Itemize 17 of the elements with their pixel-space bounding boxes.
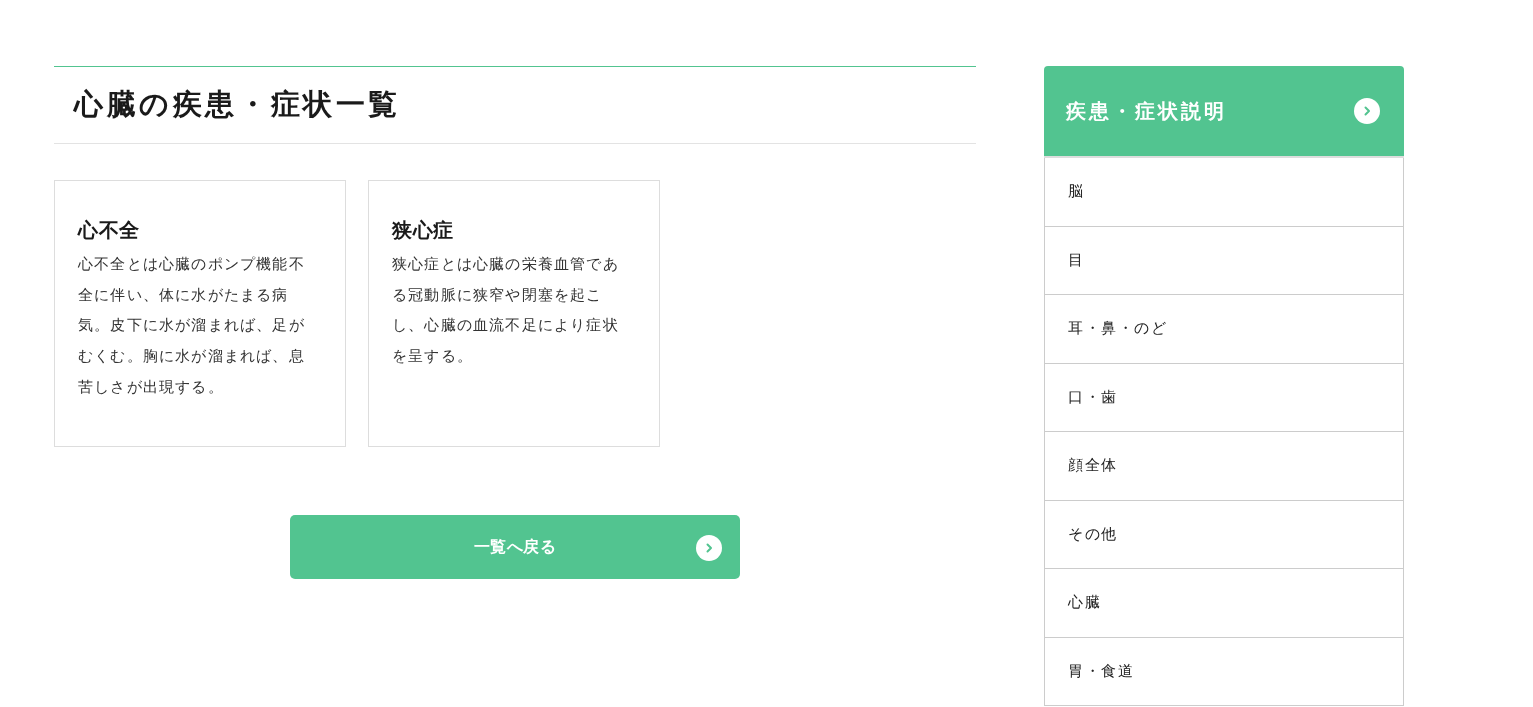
sidebar-item[interactable]: その他 xyxy=(1044,500,1404,569)
sidebar-item[interactable]: 脳 xyxy=(1044,158,1404,227)
sidebar-item[interactable]: 心臓 xyxy=(1044,569,1404,638)
disease-card[interactable]: 狭心症 狭心症とは心臓の栄養血管である冠動脈に狭窄や閉塞を起こし、心臓の血流不足により症状を呈する。 xyxy=(368,180,660,447)
sidebar-item[interactable]: 胃・食道 xyxy=(1044,637,1404,706)
sidebar-item[interactable]: 目 xyxy=(1044,226,1404,295)
sidebar-item[interactable]: 顔全体 xyxy=(1044,432,1404,501)
chevron-circle-icon xyxy=(696,535,722,561)
card-title: 狭心症 xyxy=(392,217,455,243)
page-title: 心臓の疾患・症状一覧 xyxy=(74,86,401,123)
card-description: 心不全とは心臓のポンプ機能不全に伴い、体に水がたまる病気。皮下に水が溜まれば、足がむくむ。胸に水が溜まれば、息苦しさが出現する。 xyxy=(78,254,306,398)
disease-card[interactable]: 心不全 心不全とは心臓のポンプ機能不全に伴い、体に水がたまる病気。皮下に水が溜まれば、足がむくむ。胸に水が溜まれば、息苦しさが出現する。 xyxy=(54,180,346,447)
card-title: 心不全 xyxy=(78,217,141,243)
chevron-circle-icon xyxy=(1354,98,1380,124)
sidebar-item[interactable]: 耳・鼻・のど xyxy=(1044,295,1404,364)
sidebar-item[interactable]: 口・歯 xyxy=(1044,363,1404,432)
card-description: 狭心症とは心臓の栄養血管である冠動脈に狭窄や閉塞を起こし、心臓の血流不足により症状を呈する。 xyxy=(392,254,620,368)
